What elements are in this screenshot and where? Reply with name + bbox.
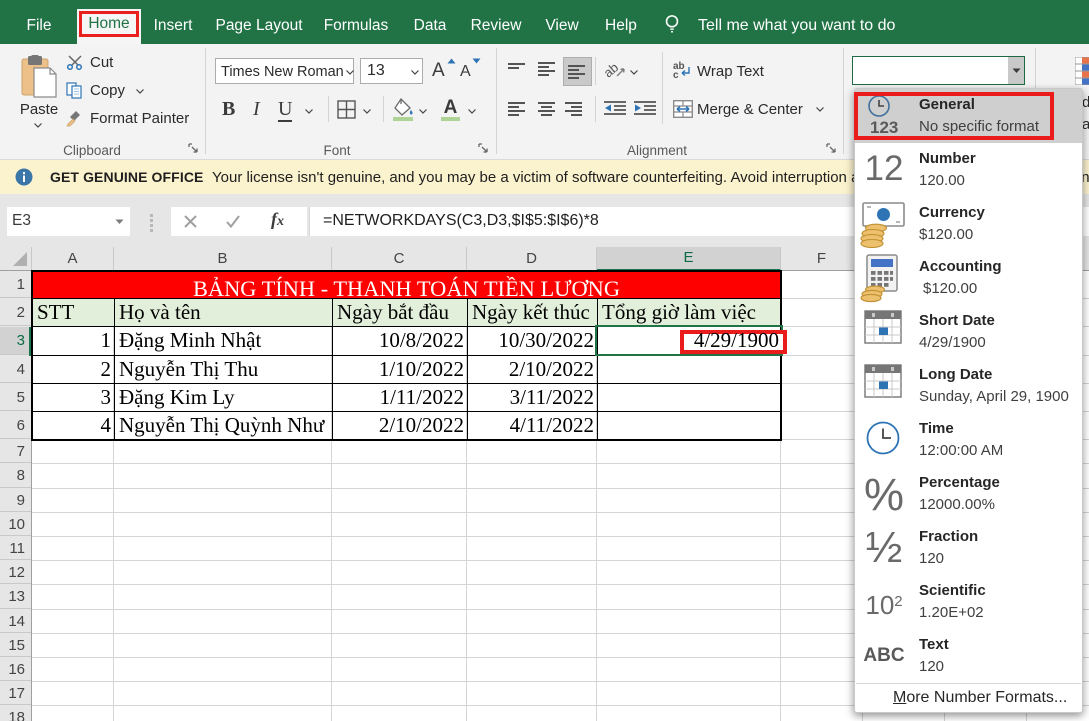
svg-text:c: c — [673, 70, 679, 79]
svg-text:ab: ab — [604, 60, 621, 80]
